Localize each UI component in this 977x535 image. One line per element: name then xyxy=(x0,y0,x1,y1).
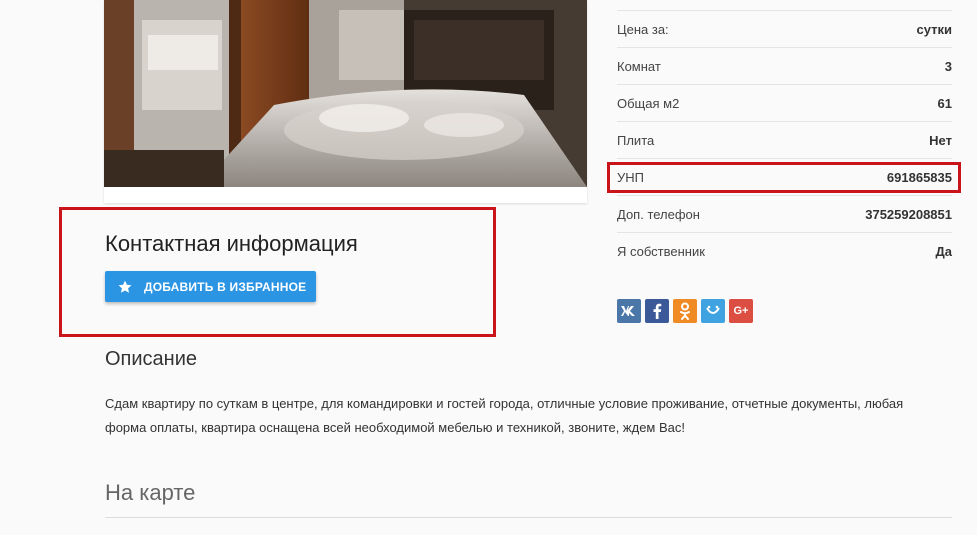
property-key: Доп. телефон xyxy=(617,207,700,222)
add-to-favorites-button[interactable]: ДОБАВИТЬ В ИЗБРАННОЕ xyxy=(105,271,316,302)
map-title: На карте xyxy=(105,480,196,505)
property-value: 3 xyxy=(944,59,952,74)
star-icon xyxy=(118,280,132,293)
property-key: Я собственник xyxy=(617,244,705,259)
property-key: Плита xyxy=(617,133,655,148)
listing-photo-card xyxy=(104,0,587,203)
property-key: Общая м2 xyxy=(617,96,680,111)
contact-title: Контактная информация xyxy=(105,231,358,256)
facebook-icon[interactable] xyxy=(645,299,669,323)
property-value: Нет xyxy=(929,133,952,148)
moimir-icon[interactable] xyxy=(701,299,725,323)
property-key: Цена за: xyxy=(617,22,669,37)
add-to-favorites-label: ДОБАВИТЬ В ИЗБРАННОЕ xyxy=(144,279,307,294)
property-row-rooms: Комнат 3 xyxy=(617,47,952,84)
property-row-owner: Я собственник Да xyxy=(617,232,952,269)
property-value: Да xyxy=(935,244,953,259)
property-value: сутки xyxy=(916,22,952,37)
property-value: 61 xyxy=(937,96,952,111)
property-value: 375259208851 xyxy=(865,207,952,222)
property-key: Комнат xyxy=(617,59,661,74)
social-share: G+ xyxy=(617,299,753,323)
property-row-area: Общая м2 61 xyxy=(617,84,952,121)
bedroom-photo[interactable] xyxy=(104,0,587,187)
property-row-extra-phone: Доп. телефон 375259208851 xyxy=(617,195,952,232)
vk-icon[interactable] xyxy=(617,299,641,323)
property-row-price-period: Цена за: сутки xyxy=(617,10,952,47)
property-row-stove: Плита Нет xyxy=(617,121,952,158)
map-divider xyxy=(105,517,952,518)
odnoklassniki-icon[interactable] xyxy=(673,299,697,323)
property-list: Цена за: сутки Комнат 3 Общая м2 61 Плит… xyxy=(617,10,952,269)
unp-highlight-box xyxy=(607,162,961,193)
description-text: Сдам квартиру по суткам в центре, для ко… xyxy=(105,396,904,435)
description-title: Описание xyxy=(105,348,198,370)
google-plus-icon[interactable]: G+ xyxy=(729,299,753,323)
